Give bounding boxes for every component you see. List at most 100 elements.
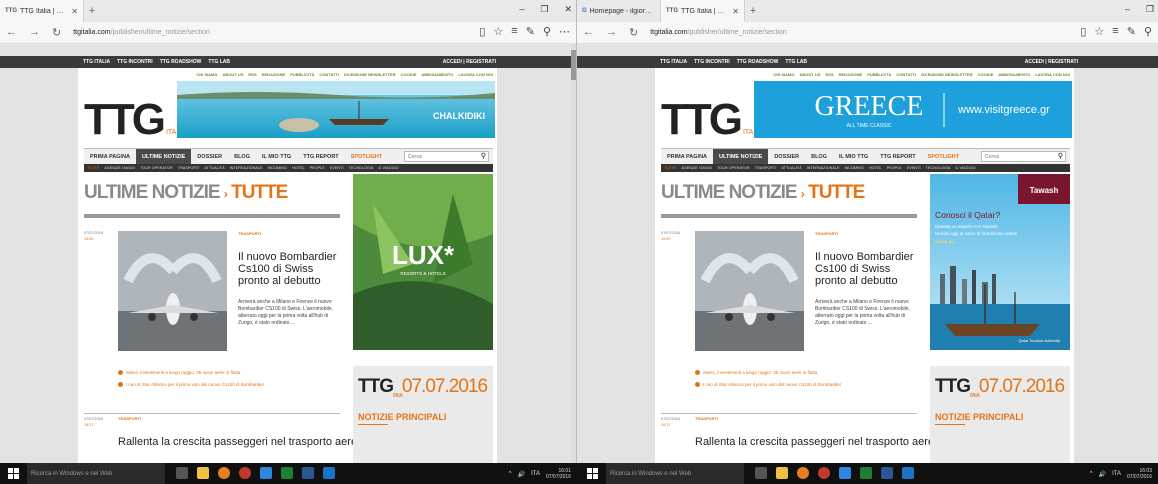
chrome-icon[interactable] (818, 467, 830, 479)
utility-link[interactable]: COOKIE (978, 72, 994, 77)
favorite-star-icon[interactable]: ☆ (1094, 25, 1104, 38)
account-link[interactable]: ACCEDI | REGISTRATI (1025, 59, 1078, 65)
menu-il-mio-ttg[interactable]: IL MIO TTG (833, 149, 874, 165)
ttg-logo[interactable]: TTG ITALIA (661, 98, 764, 155)
chrome-icon[interactable] (239, 467, 251, 479)
new-tab-button[interactable]: + (745, 5, 761, 17)
minimize-button[interactable]: – (1125, 4, 1130, 15)
submenu-item[interactable]: TRASPORTI (178, 166, 200, 170)
utility-link[interactable]: REDAZIONE (839, 72, 863, 77)
submenu-item[interactable]: TOUR OPERATOR (717, 166, 750, 170)
minimize-button[interactable]: – (519, 4, 524, 15)
article-title[interactable]: Rallenta la crescita passeggeri nel tras… (118, 436, 363, 448)
utility-link[interactable]: ISCRIZIONE NEWSLETTER (344, 72, 396, 77)
article-title[interactable]: Il nuovo Bombardier Cs100 di Swiss pront… (238, 251, 338, 287)
utility-link[interactable]: CHI SIAMO (196, 72, 217, 77)
site-search-input[interactable]: Cerca ⚲ (404, 151, 489, 162)
top-link[interactable]: TTG INCONTRI (694, 59, 730, 65)
menu-prima-pagina[interactable]: PRIMA PAGINA (661, 149, 713, 165)
top-link[interactable]: TTG LAB (785, 59, 807, 65)
more-icon[interactable]: ⋯ (559, 25, 570, 38)
maximize-button[interactable]: ❐ (1146, 4, 1154, 15)
utility-link[interactable]: ABBONAMENTO (998, 72, 1030, 77)
top-link[interactable]: TTG ROADSHOW (160, 59, 202, 65)
submenu-item[interactable]: HOTEL (292, 166, 305, 170)
related-link[interactable]: I ceo di Star Alliance per il primo volo… (695, 382, 841, 387)
url-field[interactable]: ttgitalia.com/publisher/ultime_notizie/s… (73, 29, 210, 36)
chalkidiki-banner-ad[interactable]: CHALKIDIKI (177, 81, 495, 138)
hub-icon[interactable]: ≡ (1112, 25, 1118, 38)
firefox-icon[interactable] (218, 467, 230, 479)
task-view-icon[interactable] (755, 467, 767, 479)
daily-edition-box[interactable]: TTGITALIA07.07.2016 NOTIZIE PRINCIPALI (353, 366, 493, 463)
close-tab-icon[interactable]: ✕ (732, 7, 739, 16)
submenu-item[interactable]: PEOPLE (310, 166, 325, 170)
back-arrow-icon[interactable]: ← (583, 26, 594, 39)
submenu-item[interactable]: AGENZIE VIAGGI (681, 166, 712, 170)
qatar-tawash-ad[interactable]: Tawash Conosci il Qatar? Diventa un espe… (930, 174, 1070, 350)
utility-link[interactable]: ABBONAMENTO (421, 72, 453, 77)
maximize-button[interactable]: ❐ (540, 4, 548, 15)
utility-link[interactable]: CONTATTI (896, 72, 916, 77)
notification-chevron-icon[interactable]: ^ (509, 471, 512, 477)
submenu-item[interactable]: EVENTI (907, 166, 921, 170)
submenu-item[interactable]: ATTUALITÀ (781, 166, 801, 170)
firefox-icon[interactable] (797, 467, 809, 479)
utility-link[interactable]: ISCRIZIONE NEWSLETTER (921, 72, 973, 77)
new-tab-button[interactable]: + (84, 5, 100, 17)
menu-blog[interactable]: BLOG (228, 149, 256, 165)
menu-dossier[interactable]: DOSSIER (191, 149, 228, 165)
submenu-item[interactable]: INCOMING (845, 166, 864, 170)
submenu-item[interactable]: INTERNAZIONALE (807, 166, 840, 170)
utility-link[interactable]: PUBBLICITÀ (867, 72, 891, 77)
utility-link[interactable]: PUBBLICITÀ (290, 72, 314, 77)
account-link[interactable]: ACCEDI | REGISTRATI (443, 59, 496, 65)
tab-ttg[interactable]: TTG TTG Italia | Notizie, infor ✕ (0, 0, 84, 22)
lux-resorts-ad[interactable]: LUX* RESORTS & HOTELS (353, 174, 493, 350)
related-link[interactable]: I ceo di Star Alliance per il primo volo… (118, 382, 264, 387)
notification-chevron-icon[interactable]: ^ (1090, 471, 1093, 477)
word-icon[interactable] (302, 467, 314, 479)
task-view-icon[interactable] (176, 467, 188, 479)
reading-view-icon[interactable]: ▯ (1080, 25, 1086, 38)
close-window-button[interactable]: ✕ (564, 4, 572, 15)
volume-icon[interactable]: 🔊 (518, 471, 525, 478)
daily-edition-box[interactable]: TTGITALIA07.07.2016 NOTIZIE PRINCIPALI (930, 366, 1070, 463)
plane-photo[interactable] (118, 231, 227, 351)
excel-icon[interactable] (281, 467, 293, 479)
share-icon[interactable]: ⚲ (1144, 25, 1152, 38)
top-link[interactable]: TTG ROADSHOW (737, 59, 779, 65)
menu-ultime-notizie[interactable]: ULTIME NOTIZIE (136, 148, 192, 165)
share-icon[interactable]: ⚲ (543, 25, 551, 38)
favorite-star-icon[interactable]: ☆ (493, 25, 503, 38)
clock[interactable]: 16:03 07/07/2016 (1127, 468, 1152, 480)
greece-banner-ad[interactable]: GREECE ALL TIME CLASSIC www.visitgreece.… (754, 81, 1072, 138)
volume-icon[interactable]: 🔊 (1099, 471, 1106, 478)
hub-icon[interactable]: ≡ (511, 25, 517, 38)
word-icon[interactable] (881, 467, 893, 479)
submenu-item[interactable]: HOTEL (869, 166, 882, 170)
submenu-item[interactable]: EVENTI (330, 166, 344, 170)
submenu-item[interactable]: AGENZIE VIAGGI (104, 166, 135, 170)
menu-spotlight[interactable]: SPOTLIGHT (345, 149, 388, 165)
top-link[interactable]: TTG INCONTRI (117, 59, 153, 65)
utility-link[interactable]: CONTATTI (319, 72, 339, 77)
edge-icon[interactable] (323, 467, 335, 479)
menu-dossier[interactable]: DOSSIER (768, 149, 805, 165)
close-tab-icon[interactable]: ✕ (71, 7, 78, 16)
menu-il-mio-ttg[interactable]: IL MIO TTG (256, 149, 297, 165)
page-scrollbar[interactable] (571, 44, 576, 463)
back-arrow-icon[interactable]: ← (6, 26, 17, 39)
web-note-icon[interactable]: ✎ (526, 25, 535, 38)
file-explorer-icon[interactable] (197, 467, 209, 479)
store-icon[interactable] (839, 467, 851, 479)
utility-link[interactable]: ABOUT US (223, 72, 244, 77)
taskbar-search-input[interactable]: Ricerca in Windows e nel Web (606, 463, 744, 484)
web-note-icon[interactable]: ✎ (1127, 25, 1136, 38)
submenu-item[interactable]: IL VIAGGIO (955, 166, 975, 170)
utility-link[interactable]: RSS (248, 72, 256, 77)
forward-arrow-icon[interactable]: → (606, 26, 617, 39)
submenu-item[interactable]: IL VIAGGIO (378, 166, 398, 170)
related-link[interactable]: Swiss, investimenti a lungo raggio: 35 n… (695, 370, 817, 375)
tab-ttg[interactable]: TTG TTG Italia | Notizie, infor ✕ (661, 0, 745, 22)
